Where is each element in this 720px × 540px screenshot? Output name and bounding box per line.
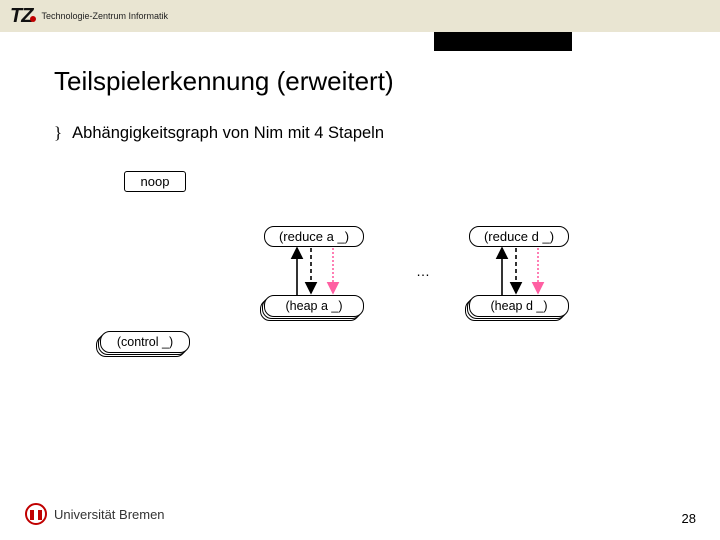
bullet-line: } Abhängigkeitsgraph von Nim mit 4 Stape… <box>54 123 682 143</box>
tzi-logo: TZ Technologie-Zentrum Informatik <box>10 5 168 28</box>
uni-bremen-logo: Universität Bremen <box>24 502 165 526</box>
page-number: 28 <box>682 511 696 526</box>
footer: Universität Bremen 28 <box>0 502 720 540</box>
node-reduce-d-label: (reduce d _) <box>484 229 554 244</box>
uni-bremen-mark-icon <box>24 502 48 526</box>
node-control-stack: (control _) <box>100 331 190 353</box>
top-bar: TZ Technologie-Zentrum Informatik <box>0 0 720 32</box>
node-reduce-a: (reduce a _) <box>264 226 364 247</box>
node-heap-d: (heap d _) <box>469 295 569 317</box>
dependency-graph: noop (reduce a _) (reduce d _) … (heap a… <box>94 171 654 411</box>
node-heap-a-stack: (heap a _) <box>264 295 364 317</box>
node-heap-d-label: (heap d _) <box>491 299 548 313</box>
tzi-dot-icon <box>30 16 36 22</box>
decorative-black-block <box>434 32 572 51</box>
bullet-text: Abhängigkeitsgraph von Nim mit 4 Stapeln <box>72 124 384 143</box>
node-noop: noop <box>124 171 186 192</box>
tzi-mark: TZ <box>10 5 36 28</box>
uni-bremen-text: Universität Bremen <box>54 507 165 522</box>
ellipsis: … <box>416 263 430 279</box>
node-heap-a: (heap a _) <box>264 295 364 317</box>
node-heap-a-label: (heap a _) <box>286 299 343 313</box>
bullet-icon: } <box>54 123 62 143</box>
slide-title: Teilspielerkennung (erweitert) <box>54 66 682 97</box>
node-control: (control _) <box>100 331 190 353</box>
tzi-subtitle: Technologie-Zentrum Informatik <box>41 11 168 21</box>
node-reduce-a-label: (reduce a _) <box>279 229 349 244</box>
node-heap-d-stack: (heap d _) <box>469 295 569 317</box>
tzi-mark-text: TZ <box>10 5 32 27</box>
arrows-layer <box>94 171 654 411</box>
node-noop-label: noop <box>141 174 170 189</box>
node-control-label: (control _) <box>117 335 173 349</box>
node-reduce-d: (reduce d _) <box>469 226 569 247</box>
